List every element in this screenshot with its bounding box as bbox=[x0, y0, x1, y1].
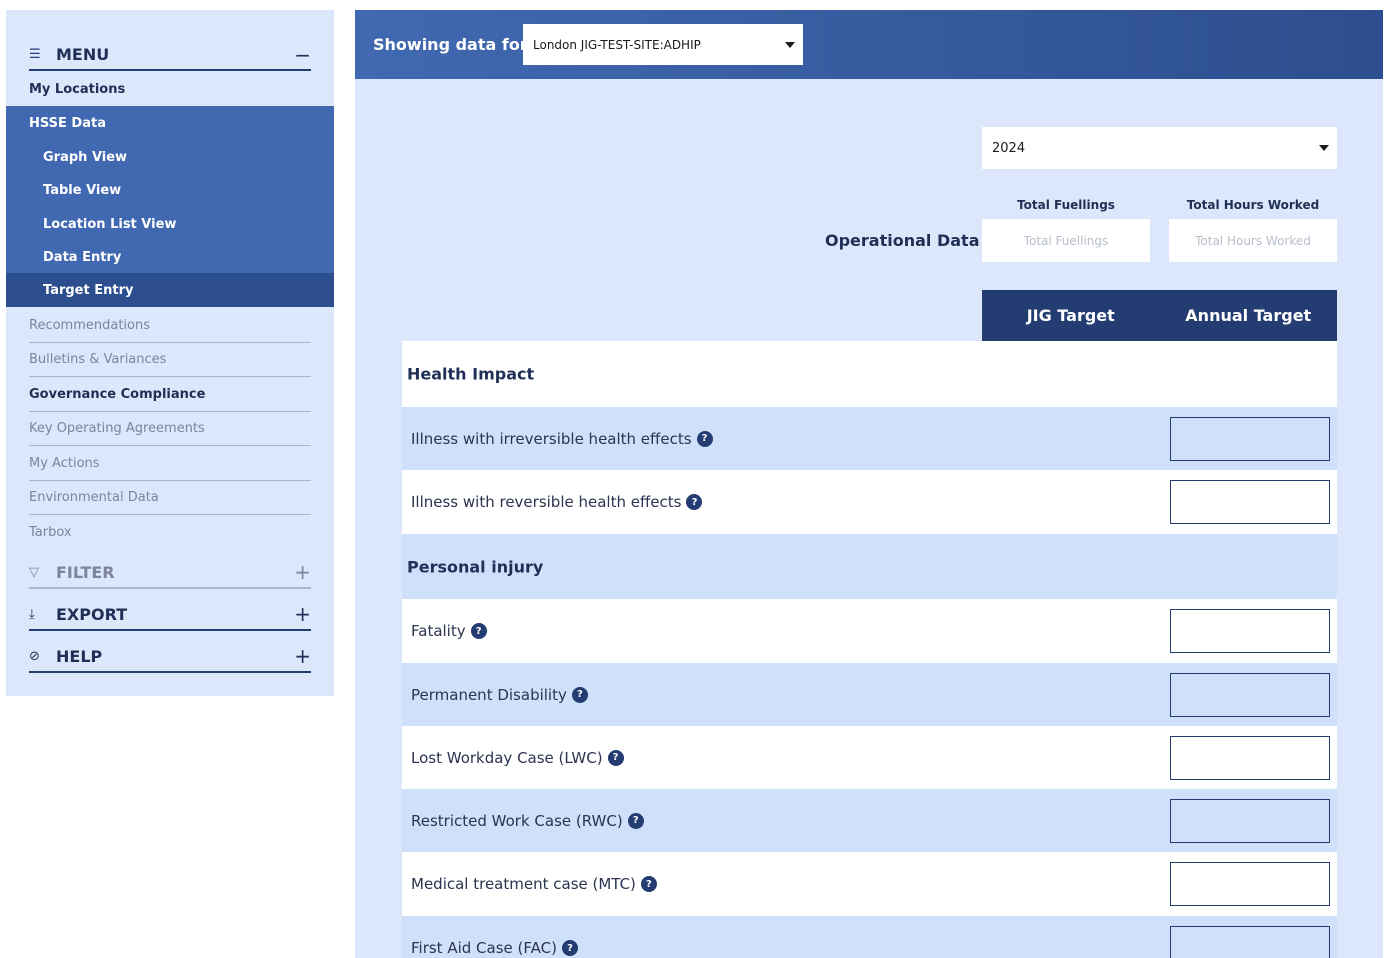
sidebar: ☰ MENU − My Locations HSSE Data Graph Vi… bbox=[6, 10, 334, 696]
expand-icon[interactable]: + bbox=[294, 560, 311, 584]
sidebar-item-target-entry[interactable]: Target Entry bbox=[6, 273, 334, 307]
table-row: Medical treatment case (MTC)? bbox=[402, 852, 1337, 916]
annual-target-header: Annual Target bbox=[1185, 306, 1312, 325]
row-label-text: Illness with irreversible health effects bbox=[411, 429, 692, 448]
table-row: Lost Workday Case (LWC)? bbox=[402, 726, 1337, 789]
total-fuellings-input[interactable] bbox=[982, 219, 1150, 262]
year-value: 2024 bbox=[992, 140, 1026, 156]
sidebar-item-graph-view[interactable]: Graph View bbox=[6, 140, 334, 174]
help-icon[interactable]: ? bbox=[571, 686, 588, 703]
target-columns-header: JIG Target Annual Target bbox=[982, 290, 1337, 341]
year-select[interactable]: 2024 bbox=[982, 127, 1337, 169]
row-label-text: First Aid Case (FAC) bbox=[411, 939, 557, 957]
table-row: Illness with reversible health effects? bbox=[402, 470, 1337, 534]
section-title: Health Impact bbox=[407, 364, 535, 384]
jig-target-header: JIG Target bbox=[1026, 306, 1115, 325]
menu-header[interactable]: ☰ MENU − bbox=[29, 40, 311, 71]
section-title: Personal injury bbox=[407, 557, 544, 576]
chevron-down-icon bbox=[1319, 145, 1329, 151]
export-label: EXPORT bbox=[56, 604, 128, 624]
sidebar-item-bulletins[interactable]: Bulletins & Variances bbox=[29, 343, 311, 377]
row-label: Fatality? bbox=[411, 622, 487, 640]
filter-icon: ▽ bbox=[29, 564, 39, 580]
row-label: Restricted Work Case (RWC)? bbox=[411, 812, 644, 830]
location-value: London JIG-TEST-SITE:ADHIP bbox=[533, 37, 701, 52]
row-label-text: Illness with reversible health effects bbox=[411, 493, 682, 511]
annual-target-input[interactable] bbox=[1170, 735, 1330, 780]
operational-data-label: Operational Data bbox=[825, 231, 980, 250]
sidebar-item-data-entry[interactable]: Data Entry bbox=[6, 240, 334, 274]
row-label: Lost Workday Case (LWC)? bbox=[411, 749, 624, 767]
help-icon[interactable]: ? bbox=[627, 812, 644, 829]
total-fuellings-header: Total Fuellings bbox=[1017, 198, 1115, 212]
annual-target-input[interactable] bbox=[1170, 862, 1330, 906]
annual-target-input[interactable] bbox=[1170, 480, 1330, 524]
row-label-text: Permanent Disability bbox=[411, 685, 567, 704]
total-hours-input[interactable] bbox=[1169, 219, 1337, 262]
row-label: Illness with irreversible health effects… bbox=[411, 430, 713, 448]
expand-icon[interactable]: + bbox=[294, 602, 311, 626]
row-label-text: Lost Workday Case (LWC) bbox=[411, 748, 603, 767]
showing-data-label: Showing data for: bbox=[373, 35, 535, 54]
table-row: Illness with irreversible health effects… bbox=[402, 407, 1337, 470]
help-section[interactable]: ⊘ HELP + bbox=[29, 641, 311, 673]
sidebar-item-my-locations[interactable]: My Locations bbox=[29, 72, 311, 106]
row-label-text: Medical treatment case (MTC) bbox=[411, 875, 636, 893]
top-bar: Showing data for: London JIG-TEST-SITE:A… bbox=[355, 10, 1383, 79]
table-row: Restricted Work Case (RWC)? bbox=[402, 789, 1337, 852]
help-icon[interactable]: ? bbox=[696, 430, 713, 447]
expand-icon[interactable]: + bbox=[294, 644, 311, 668]
annual-target-input[interactable] bbox=[1170, 609, 1330, 653]
main-panel: Showing data for: London JIG-TEST-SITE:A… bbox=[355, 10, 1383, 958]
sidebar-item-environmental[interactable]: Environmental Data bbox=[29, 481, 311, 515]
section-row-health-impact: Health Impact bbox=[402, 341, 1337, 407]
table-row: Permanent Disability? bbox=[402, 663, 1337, 726]
help-icon[interactable]: ? bbox=[470, 623, 487, 639]
row-label: Permanent Disability? bbox=[411, 686, 588, 704]
sidebar-item-tarbox[interactable]: Tarbox bbox=[29, 515, 311, 549]
hamburger-icon: ☰ bbox=[29, 47, 41, 62]
annual-target-input[interactable] bbox=[1170, 672, 1330, 717]
annual-target-input[interactable] bbox=[1170, 926, 1330, 958]
export-section[interactable]: ⤓ EXPORT + bbox=[29, 599, 311, 631]
sidebar-item-key-operating[interactable]: Key Operating Agreements bbox=[29, 412, 311, 446]
row-label: First Aid Case (FAC)? bbox=[411, 939, 578, 957]
help-icon[interactable]: ? bbox=[561, 940, 578, 956]
sidebar-item-hsse-data[interactable]: HSSE Data bbox=[6, 106, 334, 140]
download-icon: ⤓ bbox=[29, 606, 35, 622]
sidebar-item-table-view[interactable]: Table View bbox=[6, 173, 334, 207]
help-circle-icon: ⊘ bbox=[29, 648, 40, 664]
sidebar-item-location-list-view[interactable]: Location List View bbox=[6, 207, 334, 241]
row-label: Illness with reversible health effects? bbox=[411, 493, 703, 511]
collapse-icon[interactable]: − bbox=[294, 43, 311, 67]
help-label: HELP bbox=[56, 646, 103, 666]
menu-label: MENU bbox=[56, 45, 110, 64]
table-row: Fatality? bbox=[402, 599, 1337, 663]
sidebar-item-recommendations[interactable]: Recommendations bbox=[29, 309, 311, 343]
sidebar-item-governance[interactable]: Governance Compliance bbox=[29, 378, 311, 412]
row-label-text: Fatality bbox=[411, 622, 466, 640]
location-select[interactable]: London JIG-TEST-SITE:ADHIP bbox=[523, 24, 803, 65]
annual-target-input[interactable] bbox=[1170, 416, 1330, 461]
sidebar-item-my-actions[interactable]: My Actions bbox=[29, 447, 311, 481]
filter-section[interactable]: ▽ FILTER + bbox=[29, 557, 311, 589]
total-hours-header: Total Hours Worked bbox=[1186, 198, 1320, 212]
help-icon[interactable]: ? bbox=[640, 876, 657, 892]
filter-label: FILTER bbox=[56, 562, 115, 582]
section-row-personal-injury: Personal injury bbox=[402, 534, 1337, 599]
table-row: First Aid Case (FAC)? bbox=[402, 916, 1337, 958]
row-label-text: Restricted Work Case (RWC) bbox=[411, 811, 623, 830]
help-icon[interactable]: ? bbox=[607, 749, 624, 766]
help-icon[interactable]: ? bbox=[686, 494, 703, 510]
row-label: Medical treatment case (MTC)? bbox=[411, 875, 657, 893]
annual-target-input[interactable] bbox=[1170, 798, 1330, 843]
chevron-down-icon bbox=[785, 41, 795, 48]
